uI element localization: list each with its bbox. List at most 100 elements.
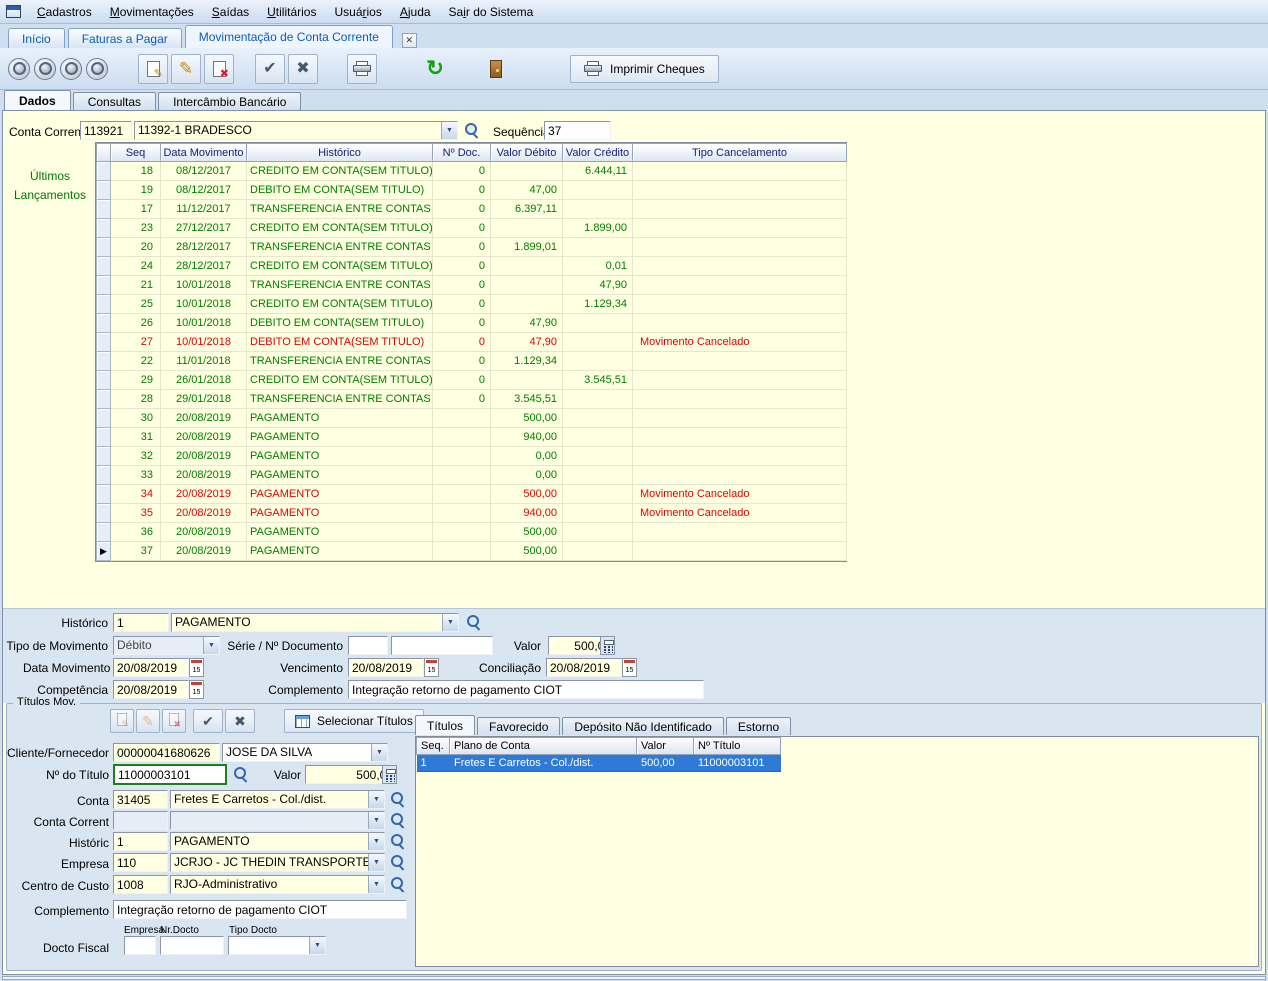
cliente-code-input[interactable] — [113, 743, 220, 762]
cell-credito[interactable] — [563, 181, 633, 200]
imprimir-cheques-button[interactable]: Imprimir Cheques — [570, 55, 719, 83]
cell-historico[interactable]: TRANSFERENCIA ENTRE CONTAS — [247, 200, 433, 219]
confirm-button[interactable]: ✔ — [255, 54, 285, 84]
conta-combo[interactable]: Fretes E Carretos - Col./dist. ▼ — [170, 790, 385, 809]
cell-data[interactable]: 28/12/2017 — [161, 257, 247, 276]
docto-nr-input[interactable] — [160, 936, 224, 955]
cell-historico[interactable]: CREDITO EM CONTA(SEM TITULO) — [247, 371, 433, 390]
cell-seq[interactable]: 20 — [111, 238, 161, 257]
column-header-valor-debito[interactable]: Valor Débito — [491, 144, 563, 162]
cliente-combo[interactable]: JOSE DA SILVA ▼ — [222, 743, 388, 762]
column-header-valor-credito[interactable]: Valor Crédito — [563, 144, 633, 162]
table-row[interactable]: 1Fretes E Carretos - Col./dist.500,00110… — [417, 755, 781, 772]
cell-doc[interactable] — [433, 428, 491, 447]
cell-seq[interactable]: 30 — [111, 409, 161, 428]
cell-cancel[interactable] — [633, 238, 847, 257]
search-icon[interactable] — [388, 875, 406, 894]
conta-corrente-code-input[interactable] — [80, 121, 132, 140]
table-row[interactable]: 3120/08/2019PAGAMENTO940,00 — [97, 428, 847, 447]
cell-data[interactable]: 08/12/2017 — [161, 162, 247, 181]
cell-doc[interactable] — [433, 485, 491, 504]
cell-historico[interactable]: TRANSFERENCIA ENTRE CONTAS — [247, 390, 433, 409]
cell-seq[interactable]: 34 — [111, 485, 161, 504]
cell-historico[interactable]: CREDITO EM CONTA(SEM TITULO) — [247, 257, 433, 276]
table-row[interactable]: 2510/01/2018CREDITO EM CONTA(SEM TITULO)… — [97, 295, 847, 314]
cell-cancel[interactable]: Movimento Cancelado — [633, 485, 847, 504]
empresa-combo[interactable]: JCRJO - JC THEDIN TRANSPORTES LTD ▼ — [170, 853, 385, 872]
print-button[interactable] — [347, 54, 377, 84]
conta-corrente-combo[interactable]: 11392-1 BRADESCO ▼ — [134, 121, 458, 140]
cell-seq[interactable]: 24 — [111, 257, 161, 276]
column-header-plano-de-conta[interactable]: Plano de Conta — [450, 738, 637, 755]
cell-seq[interactable]: 1 — [417, 755, 450, 772]
tab-deposito-nao-identificado[interactable]: Depósito Não Identificado — [562, 717, 723, 735]
data-movimento-input[interactable] — [113, 658, 189, 677]
cell-doc[interactable]: 0 — [433, 257, 491, 276]
cell-cancel[interactable] — [633, 542, 847, 561]
cell-titulo[interactable]: 11000003101 — [694, 755, 781, 772]
calendar-icon[interactable]: 15 — [189, 680, 204, 699]
table-row[interactable]: 1711/12/2017TRANSFERENCIA ENTRE CONTAS06… — [97, 200, 847, 219]
cell-historico[interactable]: PAGAMENTO — [247, 504, 433, 523]
cell-plano[interactable]: Fretes E Carretos - Col./dist. — [450, 755, 637, 772]
cell-data[interactable]: 20/08/2019 — [161, 409, 247, 428]
cell-credito[interactable] — [563, 466, 633, 485]
cell-debito[interactable]: 940,00 — [491, 428, 563, 447]
column-header-historico[interactable]: Histórico — [247, 144, 433, 162]
cell-historico[interactable]: DEBITO EM CONTA(SEM TITULO) — [247, 181, 433, 200]
column-header-num-titulo[interactable]: Nº Título — [694, 738, 781, 755]
selecionar-titulos-button[interactable]: Selecionar Títulos — [284, 709, 424, 733]
num-titulo-input[interactable] — [113, 764, 227, 785]
column-header-seq[interactable]: Seq. — [417, 738, 450, 755]
cell-cancel[interactable] — [633, 523, 847, 542]
cell-data[interactable]: 10/01/2018 — [161, 314, 247, 333]
cell-credito[interactable] — [563, 333, 633, 352]
calendar-icon[interactable]: 15 — [189, 658, 204, 677]
cell-historico[interactable]: TRANSFERENCIA ENTRE CONTAS — [247, 352, 433, 371]
table-row[interactable]: 3520/08/2019PAGAMENTO940,00Movimento Can… — [97, 504, 847, 523]
cell-data[interactable]: 20/08/2019 — [161, 542, 247, 561]
menu-ajuda[interactable]: Ajuda — [391, 1, 440, 23]
cell-debito[interactable]: 1.129,34 — [491, 352, 563, 371]
cell-doc[interactable]: 0 — [433, 181, 491, 200]
cell-credito[interactable] — [563, 523, 633, 542]
cell-doc[interactable]: 0 — [433, 238, 491, 257]
cell-historico[interactable]: PAGAMENTO — [247, 428, 433, 447]
menu-sair-do-sistema[interactable]: Sair do Sistema — [440, 1, 543, 23]
cell-credito[interactable]: 0,01 — [563, 257, 633, 276]
cell-doc[interactable]: 0 — [433, 200, 491, 219]
cell-data[interactable]: 20/08/2019 — [161, 447, 247, 466]
nav-last-button[interactable] — [86, 58, 108, 80]
chevron-down-icon[interactable]: ▼ — [309, 937, 325, 954]
cell-historico[interactable]: PAGAMENTO — [247, 485, 433, 504]
cell-historico[interactable]: TRANSFERENCIA ENTRE CONTAS — [247, 238, 433, 257]
cell-doc[interactable]: 0 — [433, 390, 491, 409]
cell-seq[interactable]: 22 — [111, 352, 161, 371]
cell-debito[interactable]: 47,90 — [491, 314, 563, 333]
menu-utilitarios[interactable]: Utilitários — [258, 1, 325, 23]
row-marker-cell[interactable] — [97, 352, 111, 371]
cell-historico[interactable]: CREDITO EM CONTA(SEM TITULO) — [247, 162, 433, 181]
cell-debito[interactable]: 0,00 — [491, 447, 563, 466]
cell-data[interactable]: 11/01/2018 — [161, 352, 247, 371]
sequencia-input[interactable] — [544, 121, 611, 140]
empresa-code-input[interactable] — [113, 853, 168, 872]
tab-faturas-a-pagar[interactable]: Faturas a Pagar — [68, 28, 182, 48]
cell-debito[interactable] — [491, 257, 563, 276]
centro-custo-code-input[interactable] — [113, 875, 168, 894]
docto-empresa-input[interactable] — [124, 936, 156, 955]
cell-credito[interactable] — [563, 409, 633, 428]
cell-credito[interactable] — [563, 314, 633, 333]
cell-historico[interactable]: PAGAMENTO — [247, 542, 433, 561]
titulos-edit-button[interactable]: ✎ — [136, 709, 160, 733]
table-row[interactable]: 1808/12/2017CREDITO EM CONTA(SEM TITULO)… — [97, 162, 847, 181]
table-row[interactable]: 3020/08/2019PAGAMENTO500,00 — [97, 409, 847, 428]
column-header-data-movimento[interactable]: Data Movimento — [161, 144, 247, 162]
table-row[interactable]: 2028/12/2017TRANSFERENCIA ENTRE CONTAS01… — [97, 238, 847, 257]
cell-historico[interactable]: DEBITO EM CONTA(SEM TITULO) — [247, 314, 433, 333]
refresh-button[interactable]: ↻ — [420, 54, 450, 84]
titulos-confirm-button[interactable]: ✔ — [193, 709, 223, 733]
table-row[interactable]: 2211/01/2018TRANSFERENCIA ENTRE CONTAS01… — [97, 352, 847, 371]
search-icon[interactable] — [388, 790, 406, 809]
cell-doc[interactable]: 0 — [433, 162, 491, 181]
